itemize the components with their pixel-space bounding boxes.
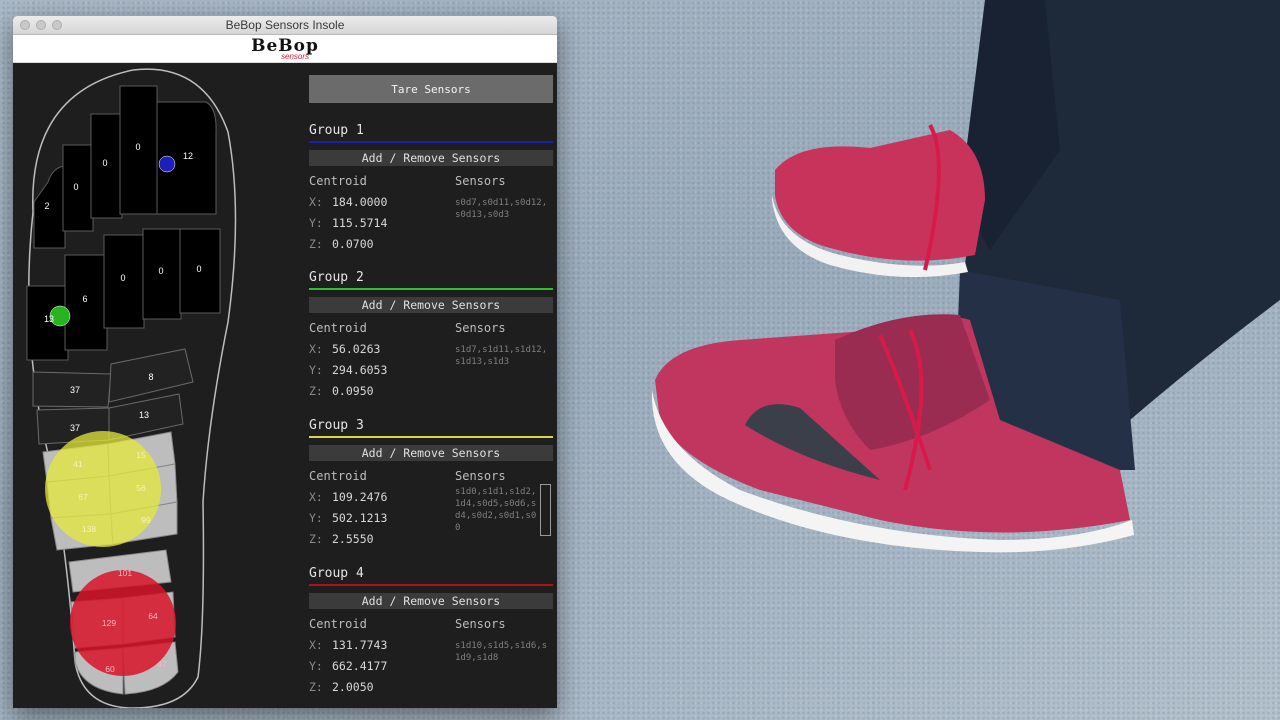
group-3-sensor-list[interactable]: s1d0,s1d1,s1d2,1d4,s0d5,s0d6,s d4,s0d2,s… [455, 486, 539, 538]
heel-value-1: 101 [118, 568, 132, 578]
arch-value-4: 56 [136, 483, 146, 493]
ball-value-1: 13 [44, 314, 54, 324]
group-4-z-label: Z: [309, 680, 323, 694]
ball-value-2: 6 [82, 294, 87, 304]
group-4-y-value: 662.4177 [332, 659, 388, 673]
logo-bar: BeBop sensors [13, 35, 557, 63]
toe-value-5: 12 [183, 151, 193, 161]
mid-value-1: 37 [70, 385, 80, 395]
ball-value-4: 0 [158, 266, 163, 276]
group-2-x-label: X: [309, 342, 323, 356]
group-4-color-rule [309, 584, 553, 586]
group-1-sensor-list: s0d7,s0d11,s0d12,s0d13,s0d3 [455, 198, 548, 220]
group-2-section: Group 2 Add / Remove Sensors Centroid Se… [309, 270, 553, 410]
group-1-section: Group 1 Add / Remove Sensors Centroid Se… [309, 123, 553, 263]
insole-pressure-map[interactable]: 2 0 0 0 12 13 6 0 0 0 37 8 37 13 41 15 6… [13, 62, 309, 708]
ball-value-5: 0 [196, 264, 201, 274]
group-1-sensors-label: Sensors [455, 174, 506, 188]
group-1-x-value: 184.0000 [332, 195, 388, 209]
heel-value-2: 129 [102, 618, 116, 628]
centroid-blue-dot [158, 155, 176, 173]
group-4-section: Group 4 Add / Remove Sensors Centroid Se… [309, 566, 553, 706]
group-2-color-rule [309, 288, 553, 290]
group-4-sensors-label: Sensors [455, 617, 506, 631]
group-3-sensors-label: Sensors [455, 469, 506, 483]
back-shoe [775, 130, 985, 261]
group-4-sensor-list: s1d10,s1d5,s1d6,s1d9,s1d8 [455, 641, 548, 663]
mid-value-4: 13 [139, 410, 149, 420]
group-3-add-remove-button[interactable]: Add / Remove Sensors [309, 445, 553, 461]
heel-value-5: 47 [157, 659, 167, 669]
app-window: BeBop Sensors Insole BeBop sensors 2 0 0… [13, 16, 557, 708]
group-3-z-label: Z: [309, 532, 323, 546]
group-2-add-remove-button[interactable]: Add / Remove Sensors [309, 297, 553, 313]
arch-value-2: 15 [136, 450, 146, 460]
window-title: BeBop Sensors Insole [225, 18, 345, 32]
group-1-z-label: Z: [309, 237, 323, 251]
tare-sensors-button[interactable]: Tare Sensors [309, 75, 553, 103]
group-2-z-value: 0.0950 [332, 384, 374, 398]
group-4-x-label: X: [309, 638, 323, 652]
group-1-color-rule [309, 141, 553, 143]
group-4-centroid-label: Centroid [309, 617, 367, 631]
group-1-z-value: 0.0700 [332, 237, 374, 251]
group-3-sensor-list-scrollbar[interactable] [540, 484, 551, 536]
heel-value-3: 64 [148, 611, 158, 621]
group-3-y-label: Y: [309, 511, 323, 525]
bebop-logo-subtitle: sensors [281, 52, 310, 61]
group-3-color-rule [309, 436, 553, 438]
group-2-z-label: Z: [309, 384, 323, 398]
group-3-x-label: X: [309, 490, 323, 504]
group-4-z-value: 2.0050 [332, 680, 374, 694]
group-3-centroid-label: Centroid [309, 469, 367, 483]
group-4-y-label: Y: [309, 659, 323, 673]
group-3-x-value: 109.2476 [332, 490, 388, 504]
group-3-section: Group 3 Add / Remove Sensors Centroid Se… [309, 418, 553, 558]
group-1-title: Group 1 [309, 123, 364, 138]
title-bar: BeBop Sensors Insole [13, 16, 557, 35]
group-2-centroid-label: Centroid [309, 321, 367, 335]
group-1-x-label: X: [309, 195, 323, 209]
group-2-y-label: Y: [309, 363, 323, 377]
mid-value-3: 37 [70, 423, 80, 433]
group-1-centroid-label: Centroid [309, 174, 367, 188]
group-3-y-value: 502.1213 [332, 511, 388, 525]
mid-value-2: 8 [148, 372, 153, 382]
group-2-x-value: 56.0263 [332, 342, 381, 356]
group-2-y-value: 294.6053 [332, 363, 388, 377]
arch-value-5: 138 [82, 524, 96, 534]
group-1-y-label: Y: [309, 216, 323, 230]
arch-value-6: 99 [141, 515, 151, 525]
group-4-add-remove-button[interactable]: Add / Remove Sensors [309, 593, 553, 609]
arch-value-1: 41 [73, 459, 83, 469]
group-2-sensors-label: Sensors [455, 321, 506, 335]
toe-value-3: 0 [102, 158, 107, 168]
group-3-z-value: 2.5550 [332, 532, 374, 546]
group-4-title: Group 4 [309, 566, 364, 581]
group-3-title: Group 3 [309, 418, 364, 433]
toe-value-4: 0 [135, 142, 140, 152]
toe-value-1: 2 [44, 201, 49, 211]
ball-value-3: 0 [120, 273, 125, 283]
group-1-y-value: 115.5714 [332, 216, 388, 230]
group-1-add-remove-button[interactable]: Add / Remove Sensors [309, 150, 553, 166]
toe-value-2: 0 [73, 182, 78, 192]
arch-value-3: 67 [78, 492, 88, 502]
group-4-x-value: 131.7743 [332, 638, 388, 652]
group-2-sensor-list: s1d7,s1d11,s1d12,s1d13,s1d3 [455, 345, 548, 367]
heel-value-4: 60 [105, 664, 115, 674]
group-2-title: Group 2 [309, 270, 364, 285]
